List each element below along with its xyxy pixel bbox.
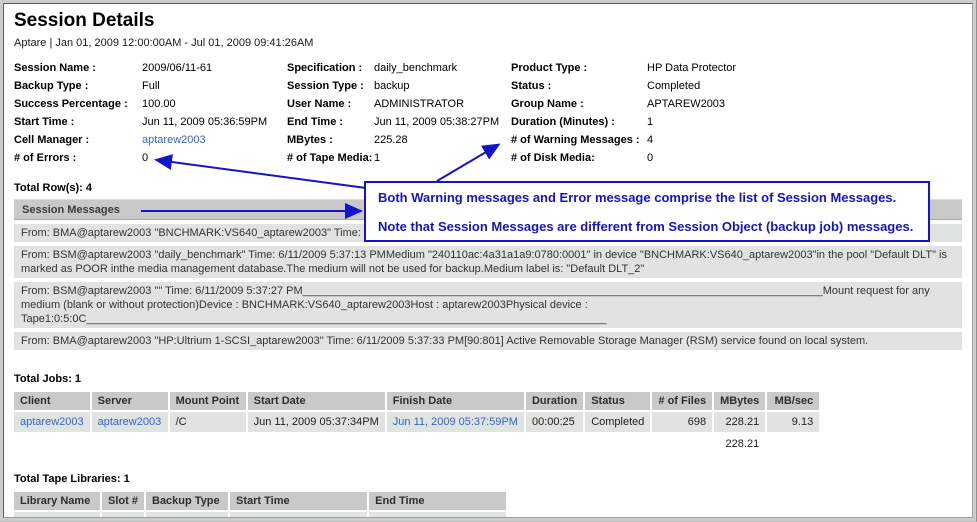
annotation-line-2: Note that Session Messages are different… bbox=[378, 219, 916, 234]
mbytes-total: 228.21 bbox=[714, 434, 765, 454]
field-label: Start Time : bbox=[14, 116, 142, 129]
duration-cell: 00:00:25 bbox=[526, 412, 583, 432]
field-value: Completed bbox=[647, 80, 962, 93]
field-value: Jun 11, 2009 05:36:59PM bbox=[142, 116, 287, 129]
col-header-start-time: Start Time bbox=[230, 492, 367, 510]
field-label: # of Errors : bbox=[14, 152, 142, 165]
field-value: Jun 11, 2009 05:38:27PM bbox=[374, 116, 511, 129]
backup-type-cell: Full bbox=[146, 512, 228, 518]
field-label: Cell Manager : bbox=[14, 134, 142, 147]
field-value: 0 bbox=[647, 152, 962, 165]
field-value: APTAREW2003 bbox=[647, 98, 962, 111]
field-label: # of Disk Media: bbox=[511, 152, 647, 165]
field-label: # of Tape Media: bbox=[287, 152, 374, 165]
field-value: 2009/06/11-61 bbox=[142, 62, 287, 75]
col-header-status: Status bbox=[585, 392, 650, 410]
field-value: 225.28 bbox=[374, 134, 511, 147]
session-message-row: From: BMA@aptarew2003 "HP:Ultrium 1-SCSI… bbox=[14, 332, 962, 350]
session-details-grid: Session Name : 2009/06/11-61 Specificati… bbox=[14, 62, 962, 165]
client-link[interactable]: aptarew2003 bbox=[20, 416, 84, 428]
mount-point-cell: /C bbox=[170, 412, 246, 432]
mbytes-cell: 228.21 bbox=[714, 412, 765, 432]
field-value: backup bbox=[374, 80, 511, 93]
server-link[interactable]: aptarew2003 bbox=[98, 416, 162, 428]
field-value: 100.00 bbox=[142, 98, 287, 111]
jobs-table-row: aptarew2003 aptarew2003 /C Jun 11, 2009 … bbox=[14, 412, 819, 432]
field-value: 1 bbox=[374, 152, 511, 165]
field-label: MBytes : bbox=[287, 134, 374, 147]
field-value: HP Data Protector bbox=[647, 62, 962, 75]
field-label: Specification : bbox=[287, 62, 374, 75]
tape-libraries-table: Library Name Slot # Backup Type Start Ti… bbox=[12, 490, 508, 518]
field-label: End Time : bbox=[287, 116, 374, 129]
tape-table-header-row: Library Name Slot # Backup Type Start Ti… bbox=[14, 492, 506, 510]
field-label: # of Warning Messages : bbox=[511, 134, 647, 147]
field-label: Group Name : bbox=[511, 98, 647, 111]
cell-manager-link[interactable]: aptarew2003 bbox=[142, 134, 206, 146]
field-label: Session Type : bbox=[287, 80, 374, 93]
field-value: Full bbox=[142, 80, 287, 93]
end-time-cell: Jun 11, 2009 05:38:27PM bbox=[369, 512, 506, 518]
tape-libraries-section: Total Tape Libraries: 1 Library Name Slo… bbox=[14, 473, 962, 518]
field-label: Product Type : bbox=[511, 62, 647, 75]
total-tape-libraries-label: Total Tape Libraries: 1 bbox=[14, 473, 962, 485]
col-header-mb-sec: MB/sec bbox=[767, 392, 819, 410]
session-message-row: From: BSM@aptarew2003 "daily_benchmark" … bbox=[14, 246, 962, 278]
errors-count-value: 0 bbox=[142, 152, 287, 165]
col-header-finish-date: Finish Date bbox=[387, 392, 524, 410]
col-header-backup-type: Backup Type bbox=[146, 492, 228, 510]
status-cell: Completed bbox=[585, 412, 650, 432]
field-value: daily_benchmark bbox=[374, 62, 511, 75]
report-scope: Aptare | Jan 01, 2009 12:00:00AM - Jul 0… bbox=[14, 37, 962, 49]
col-header-duration: Duration bbox=[526, 392, 583, 410]
slot-cell bbox=[102, 512, 144, 518]
col-header-mbytes: MBytes bbox=[714, 392, 765, 410]
tape-table-row: Full Jun 11, 2009 05:36:59PM Jun 11, 200… bbox=[14, 512, 506, 518]
annotation-line-1: Both Warning messages and Error message … bbox=[378, 190, 916, 205]
annotation-callout-box: Both Warning messages and Error message … bbox=[364, 181, 930, 242]
page-title: Session Details bbox=[14, 10, 962, 32]
col-header-slot: Slot # bbox=[102, 492, 144, 510]
num-files-cell: 698 bbox=[652, 412, 712, 432]
jobs-table-header-row: Client Server Mount Point Start Date Fin… bbox=[14, 392, 819, 410]
field-label: Status : bbox=[511, 80, 647, 93]
col-header-start-date: Start Date bbox=[248, 392, 385, 410]
field-label: Success Percentage : bbox=[14, 98, 142, 111]
finish-date-link[interactable]: Jun 11, 2009 05:37:59PM bbox=[393, 416, 518, 428]
col-header-client: Client bbox=[14, 392, 90, 410]
col-header-mount-point: Mount Point bbox=[170, 392, 246, 410]
field-label: User Name : bbox=[287, 98, 374, 111]
col-header-library-name: Library Name bbox=[14, 492, 100, 510]
field-value: ADMINISTRATOR bbox=[374, 98, 511, 111]
jobs-table-sum-row: 228.21 bbox=[14, 434, 819, 454]
jobs-section: Total Jobs: 1 Client Server Mount Point … bbox=[14, 373, 962, 456]
session-message-row: From: BSM@aptarew2003 "" Time: 6/11/2009… bbox=[14, 282, 962, 328]
col-header-end-time: End Time bbox=[369, 492, 506, 510]
start-time-cell: Jun 11, 2009 05:36:59PM bbox=[230, 512, 367, 518]
library-name-cell bbox=[14, 512, 100, 518]
field-value: 1 bbox=[647, 116, 962, 129]
col-header-num-files: # of Files bbox=[652, 392, 712, 410]
mb-sec-cell: 9.13 bbox=[767, 412, 819, 432]
report-page: Session Details Aptare | Jan 01, 2009 12… bbox=[3, 3, 973, 518]
window-frame: Session Details Aptare | Jan 01, 2009 12… bbox=[0, 0, 977, 522]
field-value: 4 bbox=[647, 134, 962, 147]
total-jobs-label: Total Jobs: 1 bbox=[14, 373, 962, 385]
col-header-server: Server bbox=[92, 392, 168, 410]
field-label: Duration (Minutes) : bbox=[511, 116, 647, 129]
jobs-table: Client Server Mount Point Start Date Fin… bbox=[12, 390, 821, 456]
report-content: Session Details Aptare | Jan 01, 2009 12… bbox=[14, 10, 962, 518]
start-date-cell: Jun 11, 2009 05:37:34PM bbox=[248, 412, 385, 432]
field-label: Session Name : bbox=[14, 62, 142, 75]
field-label: Backup Type : bbox=[14, 80, 142, 93]
